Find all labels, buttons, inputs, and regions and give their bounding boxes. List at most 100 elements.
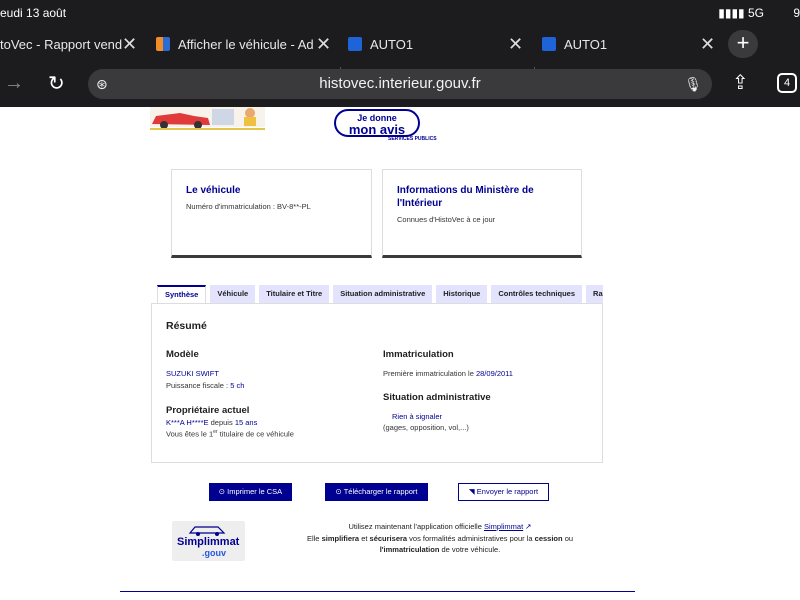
premiere-date: 28/09/2011 (475, 369, 513, 378)
close-icon[interactable]: ✕ (508, 34, 523, 55)
send-label: Envoyer le rapport (476, 487, 539, 496)
auto1-favicon-icon (542, 37, 556, 51)
simplimmat-logo[interactable]: Simplimmat .gouv (172, 521, 245, 561)
puissance-value: 5 ch (230, 381, 245, 390)
tab-rapport[interactable]: Rap (586, 285, 603, 303)
tab-historique[interactable]: Historique (436, 285, 488, 303)
feedback-line2: mon avis (348, 122, 406, 137)
resume-title: Résumé (166, 320, 207, 332)
battery-indicator: 9 (793, 6, 800, 20)
tab-title: AUTO1 (564, 36, 608, 52)
promo-text: et (361, 533, 368, 543)
browser-tab-auto1-2[interactable]: AUTO1 ✕ (542, 30, 720, 58)
situation-note: (gages, opposition, vol,...) (383, 423, 469, 432)
card-ministere-text: Connues d'HistoVec à ce jour (397, 215, 496, 224)
promo-text: vos formalités administratives pour la (409, 533, 533, 543)
section-tabs: Synthèse Véhicule Titulaire et Titre Situat… (157, 285, 603, 303)
premiere-label: Première immatriculation le (383, 369, 474, 378)
download-label: Télécharger le rapport (343, 487, 418, 496)
titulaire-pre: Vous êtes le 1 (166, 429, 214, 439)
microphone-icon[interactable]: 🎙 (684, 69, 702, 99)
promo-text: de votre véhicule. (441, 545, 501, 554)
card-ministere: Informations du Ministère de l'Intérieur… (382, 169, 582, 258)
titulaire-rank: Vous êtes le 1er titulaire de ce véhicul… (166, 429, 294, 439)
logo-subtext: .gouv (202, 548, 226, 558)
tab-situation-administrative[interactable]: Situation administrative (333, 285, 433, 303)
auto1-favicon-icon (348, 37, 362, 51)
card-vehicule-text: Numéro d'immatriculation : BV-8**-PL (186, 202, 311, 211)
synthese-panel: Résumé Modèle SUZUKI SWIFT Puissance fis… (151, 303, 603, 463)
give-feedback-button[interactable]: Je donne mon avis (334, 109, 420, 137)
promo-bold: sécurisera (369, 533, 408, 543)
external-link-icon: ↗ (525, 522, 532, 531)
browser-chrome: eudi 13 août ▮▮▮▮ 5G 9 toVec - Rapport v… (0, 0, 800, 107)
promo-line-2: Elle simplifiera et sécurisera vos forma… (270, 533, 610, 545)
card-ministere-title: Informations du Ministère de l'Intérieur (397, 185, 534, 209)
proprietaire-name: K***A H****E (166, 418, 209, 427)
browser-tab-histovec[interactable]: toVec - Rapport vend ✕ (0, 30, 140, 58)
download-report-button[interactable]: ⊙ Télécharger le rapport (325, 483, 428, 501)
browser-tab-auto1[interactable]: AUTO1 ✕ (348, 30, 528, 58)
close-icon[interactable]: ✕ (316, 34, 331, 55)
proprietaire-label: Propriétaire actuel (166, 405, 250, 416)
tab-count-button[interactable]: 4 (777, 73, 797, 93)
situation-value: Rien à signaler (392, 412, 443, 421)
premiere-immat-row: Première immatriculation le 28/09/2011 (383, 369, 513, 378)
promo-line1-text: Utilisez maintenant l'application offici… (348, 522, 482, 531)
tab-title: AUTO1 (370, 36, 414, 52)
card-vehicule: Le véhicule Numéro d'immatriculation : B… (171, 169, 372, 258)
car-illustration (150, 107, 265, 130)
puissance-label: Puissance fiscale : (166, 381, 229, 390)
browser-tab-afficher[interactable]: Afficher le véhicule - Ad ✕ (156, 30, 336, 58)
services-publics-logo: SERVICES PUBLICS (388, 136, 437, 142)
page-content: Je donne mon avis SERVICES PUBLICS Le vé… (0, 107, 800, 600)
browser-toolbar: → ↻ ⊛ histovec.interieur.gouv.fr 🎙 ⇪ 4 (0, 64, 800, 104)
promo-line-1: Utilisez maintenant l'application offici… (270, 521, 610, 533)
promo-bold: l'immatriculation (379, 545, 440, 554)
titulaire-sup: er (213, 429, 218, 435)
promo-bold: simplifiera (321, 533, 360, 543)
close-icon[interactable]: ✕ (700, 34, 715, 55)
promo-line-3: l'immatriculation de votre véhicule. (270, 544, 610, 556)
depuis-label: depuis (210, 418, 233, 427)
send-icon: ◥ (468, 487, 477, 496)
favicon-icon (156, 37, 170, 51)
send-report-button[interactable]: ◥ Envoyer le rapport (458, 483, 549, 501)
print-icon: ⊙ (218, 487, 228, 496)
promo-text: Elle (306, 533, 320, 543)
immatriculation-label: Immatriculation (383, 349, 454, 360)
tab-titulaire[interactable]: Titulaire et Titre (259, 285, 330, 303)
modele-value: SUZUKI SWIFT (166, 369, 219, 378)
depuis-value: 15 ans (234, 418, 258, 427)
site-settings-icon[interactable]: ⊛ (96, 69, 108, 99)
print-csa-button[interactable]: ⊙ Imprimer le CSA (209, 483, 292, 501)
card-vehicule-title: Le véhicule (186, 185, 241, 196)
download-icon: ⊙ (335, 487, 344, 496)
new-tab-button[interactable]: + (728, 30, 758, 58)
tab-synthese[interactable]: Synthèse (157, 285, 207, 303)
signal-indicator: ▮▮▮▮ 5G (718, 6, 764, 20)
modele-label: Modèle (166, 349, 199, 360)
car-logo-icon (188, 526, 226, 536)
situation-label: Situation administrative (383, 392, 491, 403)
tab-bar: toVec - Rapport vend ✕ Afficher le véhic… (0, 30, 800, 81)
forward-arrow-icon[interactable]: → (4, 72, 24, 95)
share-icon[interactable]: ⇪ (732, 70, 749, 95)
tab-controles-techniques[interactable]: Contrôles techniques (491, 285, 583, 303)
reload-icon[interactable]: ↻ (48, 71, 65, 96)
proprietaire-row: K***A H****E depuis 15 ans (166, 418, 257, 427)
address-bar[interactable]: ⊛ histovec.interieur.gouv.fr 🎙 (88, 69, 712, 99)
promo-text: ou (564, 533, 574, 543)
url-text: histovec.interieur.gouv.fr (319, 75, 481, 92)
puissance-row: Puissance fiscale : 5 ch (166, 381, 244, 390)
close-icon[interactable]: ✕ (122, 34, 137, 55)
titulaire-post: titulaire de ce véhicule (219, 429, 294, 439)
simplimmat-link[interactable]: Simplimmat (484, 522, 523, 531)
logo-text: Simplimmat (177, 536, 240, 548)
status-time: eudi 13 août (0, 6, 67, 20)
tab-title: Afficher le véhicule - Ad (178, 36, 314, 52)
promo-bold: cession (534, 533, 563, 543)
footer-divider (120, 591, 635, 592)
tab-vehicule[interactable]: Véhicule (210, 285, 256, 303)
tab-title: toVec - Rapport vend (0, 36, 123, 52)
